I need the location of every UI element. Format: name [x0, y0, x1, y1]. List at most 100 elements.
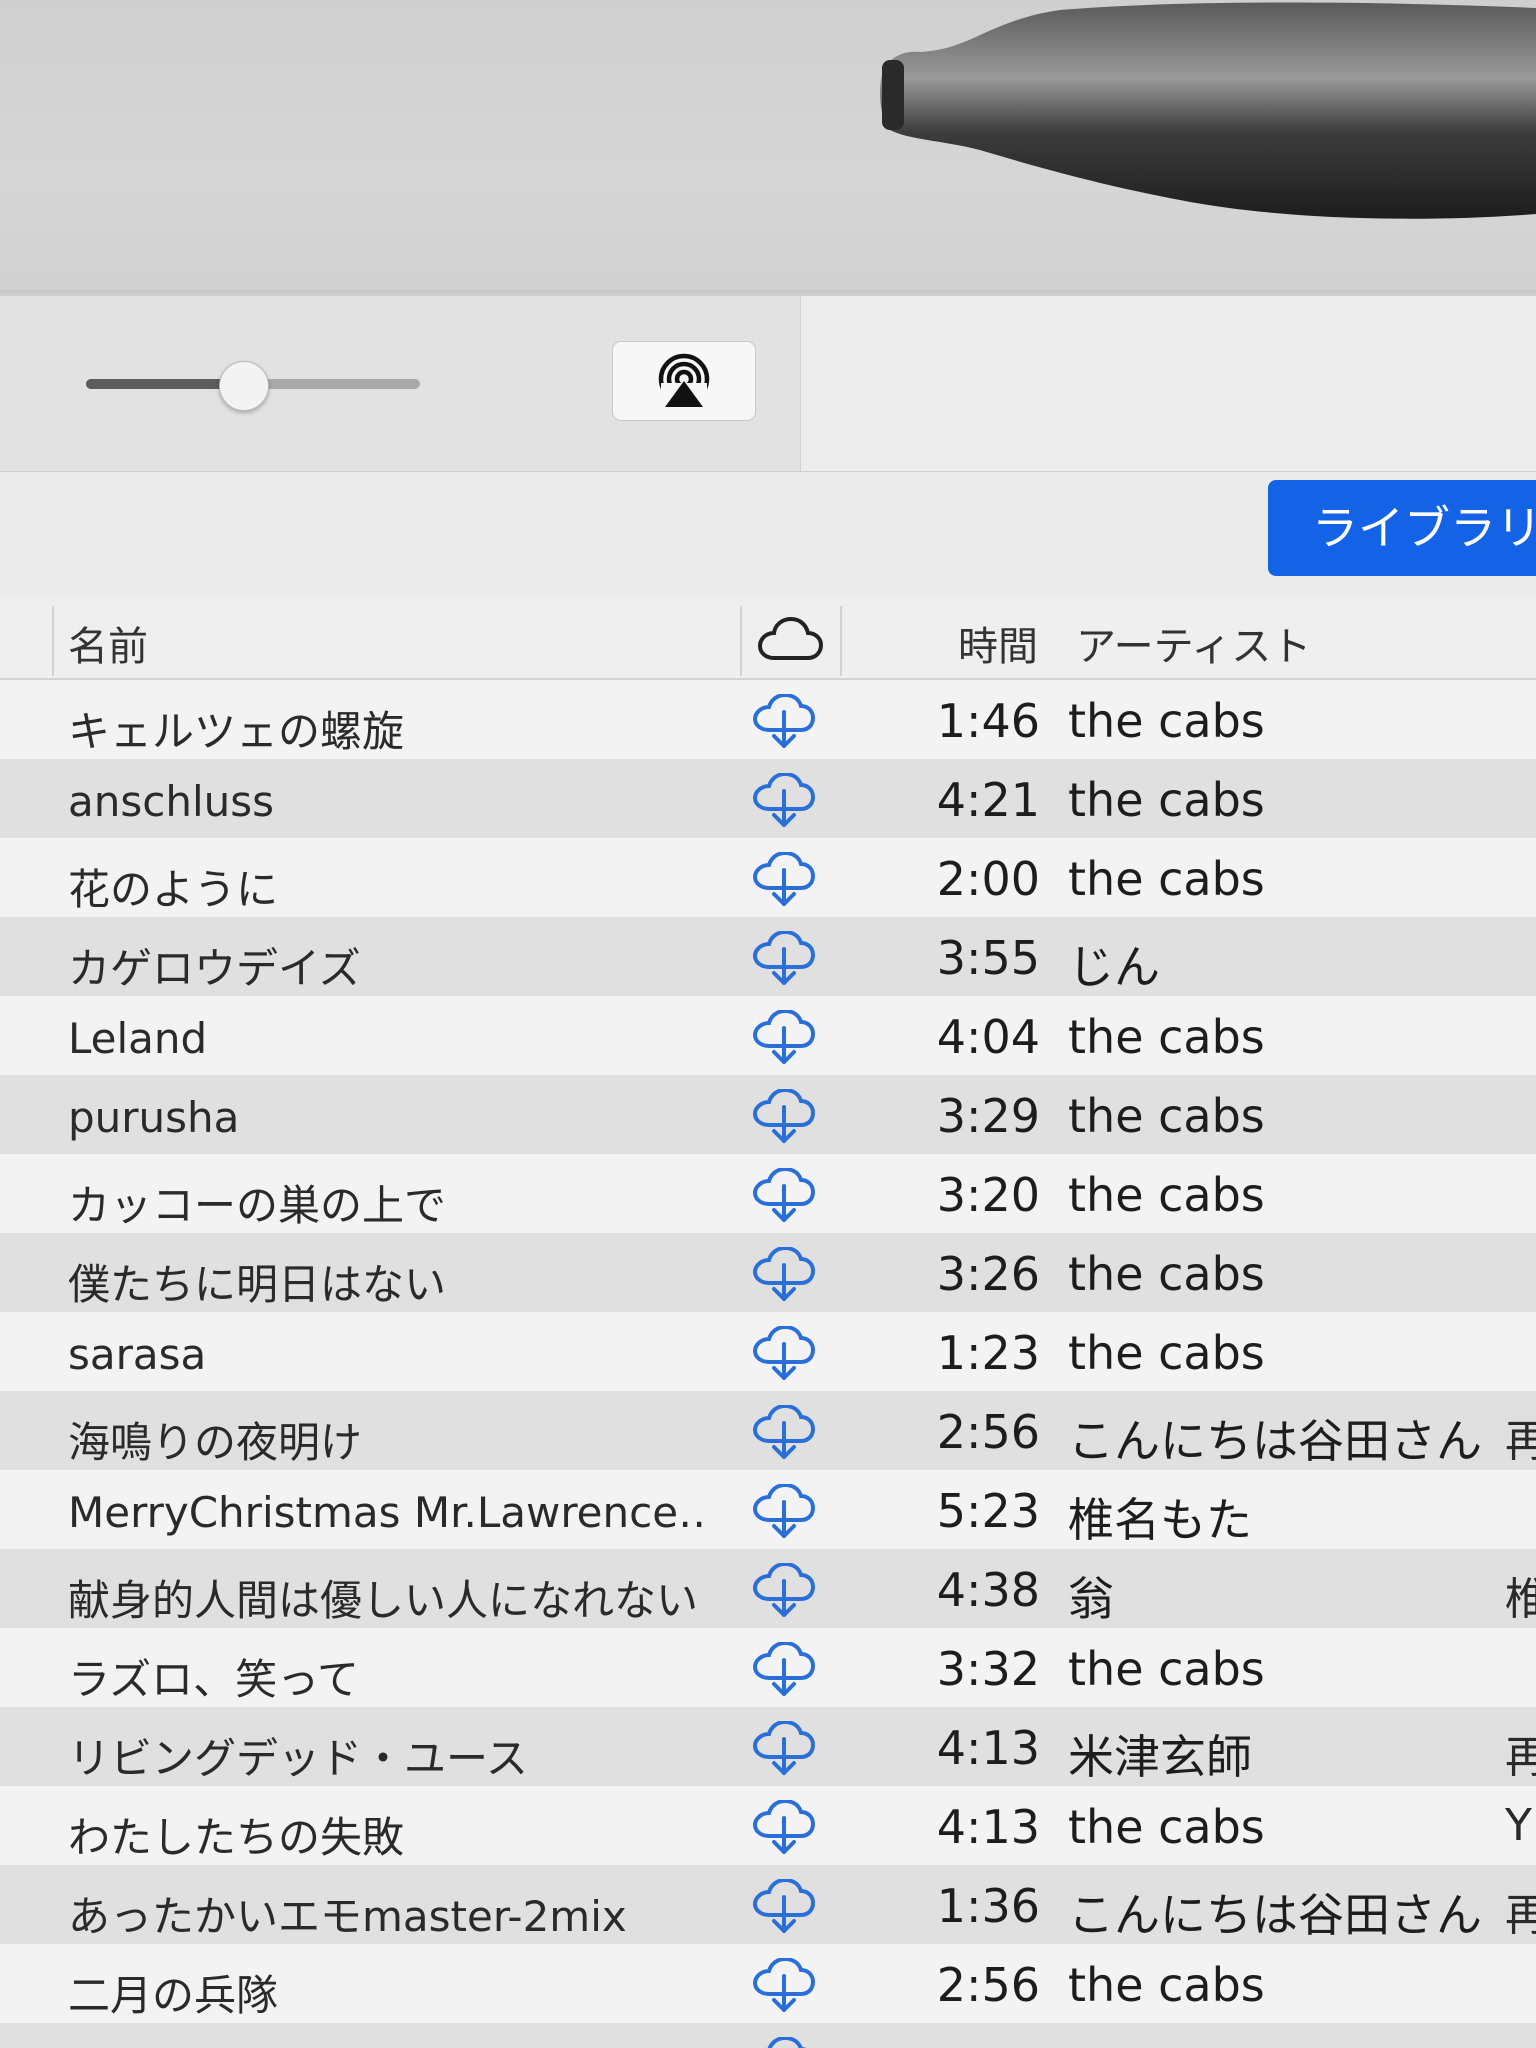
cloud-download-icon[interactable] [752, 1326, 816, 1382]
track-name: カゲロウデイズ [68, 944, 361, 993]
track-name: camn aven [68, 2041, 708, 2048]
track-artist: こんにちは谷田さん [1068, 1888, 1482, 1942]
track-row[interactable]: purusha 3:29 the cabs [0, 1075, 1536, 1154]
track-name: ラズロ、笑って [68, 1655, 360, 1704]
track-time: 4:21 [936, 773, 1040, 827]
track-time: 3:29 [936, 1089, 1040, 1143]
track-time: 2:00 [936, 852, 1040, 906]
track-time: 3:55 [936, 931, 1040, 985]
track-row[interactable]: わたしたちの失敗 4:13 the cabs Y [0, 1786, 1536, 1865]
cloud-download-icon[interactable] [752, 1247, 816, 1303]
cloud-download-icon[interactable] [752, 2037, 816, 2048]
track-row[interactable]: リビングデッド・ユース 4:13 米津玄師 再 [0, 1707, 1536, 1786]
track-row[interactable]: sarasa 1:23 the cabs [0, 1312, 1536, 1391]
cloud-download-icon[interactable] [752, 1800, 816, 1856]
cloud-download-icon[interactable] [752, 852, 816, 908]
track-time: 1:46 [936, 694, 1040, 748]
track-artist: じん [1068, 940, 1160, 994]
track-name: 献身的人間は優しい人になれない [68, 1576, 699, 1625]
track-time: 2:56 [936, 1405, 1040, 1459]
track-name: 僕たちに明日はない [68, 1260, 447, 1309]
track-artist: the cabs [1068, 1089, 1265, 1143]
cloud-download-icon[interactable] [752, 1642, 816, 1698]
track-time: 3:26 [936, 1247, 1040, 1301]
track-time: 4:13 [936, 1721, 1040, 1775]
column-header-name[interactable]: 名前 [68, 614, 148, 672]
track-row[interactable]: anschluss 4:21 the cabs [0, 759, 1536, 838]
track-time: 1:36 [936, 1879, 1040, 1933]
cloud-download-icon[interactable] [752, 1010, 816, 1066]
cloud-download-icon[interactable] [752, 773, 816, 829]
track-name: あったかいエモmaster-2mix [68, 1892, 627, 1941]
column-header-artist[interactable]: アーティスト [1076, 614, 1311, 672]
cloud-download-icon[interactable] [752, 694, 816, 750]
column-divider[interactable] [52, 606, 54, 676]
track-list: キェルツェの螺旋 1:46 the cabs anschluss 4:21 the cab… [0, 680, 1536, 2048]
track-name: カッコーの巣の上で [68, 1181, 447, 1230]
column-divider[interactable] [740, 606, 742, 676]
track-row[interactable]: キェルツェの螺旋 1:46 the cabs [0, 680, 1536, 759]
track-album-partial: Y [1505, 1800, 1532, 1851]
track-artist: the cabs [1068, 1642, 1265, 1696]
library-button[interactable]: ライブラリ [1268, 480, 1536, 576]
track-artist: 椎名もた [1068, 1493, 1252, 1547]
track-artist: the cabs [1068, 694, 1265, 748]
track-name: sarasa [68, 1330, 207, 1379]
column-header-time[interactable]: 時間 [958, 614, 1038, 672]
cloud-download-icon[interactable] [752, 1721, 816, 1777]
track-artist: the cabs [1068, 773, 1265, 827]
table-header: 名前 時間 アーティスト [0, 596, 1536, 680]
track-row[interactable]: 献身的人間は優しい人になれない 4:38 翁 椎 [0, 1549, 1536, 1628]
track-name: 花のように [68, 865, 279, 914]
track-time: 4:13 [936, 1800, 1040, 1854]
track-name: 二月の兵隊 [68, 1971, 279, 2020]
track-time: 5:23 [936, 1484, 1040, 1538]
track-row[interactable]: 二月の兵隊 2:56 the cabs [0, 1944, 1536, 2023]
track-row[interactable]: カゲロウデイズ 3:55 じん [0, 917, 1536, 996]
track-time: 4:04 [936, 1010, 1040, 1064]
track-row[interactable]: 花のように 2:00 the cabs [0, 838, 1536, 917]
track-name: purusha [68, 1093, 240, 1142]
track-row[interactable]: 海鳴りの夜明け 2:56 こんにちは谷田さん再 [0, 1391, 1536, 1470]
bottle-object [880, 2, 1536, 219]
track-name: 海鳴りの夜明け [68, 1418, 363, 1467]
track-row[interactable]: 僕たちに明日はない 3:26 the cabs [0, 1233, 1536, 1312]
cloud-download-icon[interactable] [752, 1563, 816, 1619]
track-row[interactable]: あったかいエモmaster-2mix 1:36 こんにちは谷田さん再 [0, 1865, 1536, 1944]
cloud-download-icon[interactable] [752, 1484, 816, 1540]
track-time: 3:32 [936, 1642, 1040, 1696]
track-name: わたしたちの失敗 [68, 1813, 405, 1862]
toolbar-right-panel [800, 296, 1536, 471]
track-album-partial: 椎 [1505, 1574, 1536, 1625]
track-name: リビングデッド・ユース [68, 1734, 528, 1783]
track-table: 名前 時間 アーティスト キェルツェの螺旋 1:46 the cabs anschlu… [0, 596, 1536, 2048]
track-name: MerryChristmas Mr.Lawrence… [68, 1488, 708, 1537]
track-artist: こんにちは谷田さん [1068, 1414, 1482, 1468]
track-row[interactable]: Leland 4:04 the cabs [0, 996, 1536, 1075]
cloud-download-icon[interactable] [752, 1958, 816, 2014]
track-artist: the cabs [1068, 1958, 1265, 2012]
cloud-download-icon[interactable] [752, 1089, 816, 1145]
track-artist: 翁 [1068, 1572, 1114, 1626]
cloud-download-icon[interactable] [752, 1405, 816, 1461]
volume-slider-knob[interactable] [218, 361, 269, 411]
track-album-partial: 再 [1505, 1890, 1536, 1941]
cloud-download-icon[interactable] [752, 931, 816, 987]
track-album-partial: 再 [1505, 1732, 1536, 1783]
track-row[interactable]: カッコーの巣の上で 3:20 the cabs [0, 1154, 1536, 1233]
cloud-download-icon[interactable] [752, 1168, 816, 1224]
track-row[interactable]: ラズロ、笑って 3:32 the cabs [0, 1628, 1536, 1707]
track-name: キェルツェの螺旋 [68, 707, 405, 756]
track-artist: 米津玄師 [1068, 1730, 1252, 1784]
track-artist: the cabs [1068, 1800, 1265, 1854]
track-artist: the cabs [1068, 852, 1265, 906]
airplay-icon [658, 353, 710, 409]
track-artist: the cabs [1068, 1168, 1265, 1222]
track-name: anschluss [68, 777, 275, 826]
track-row[interactable]: MerryChristmas Mr.Lawrence… 5:23 椎名もた [0, 1470, 1536, 1549]
track-row[interactable]: camn aven [0, 2023, 1536, 2048]
column-divider[interactable] [840, 606, 842, 676]
cloud-download-icon[interactable] [752, 1879, 816, 1935]
airplay-button[interactable] [612, 341, 756, 421]
cloud-icon[interactable] [756, 616, 824, 664]
